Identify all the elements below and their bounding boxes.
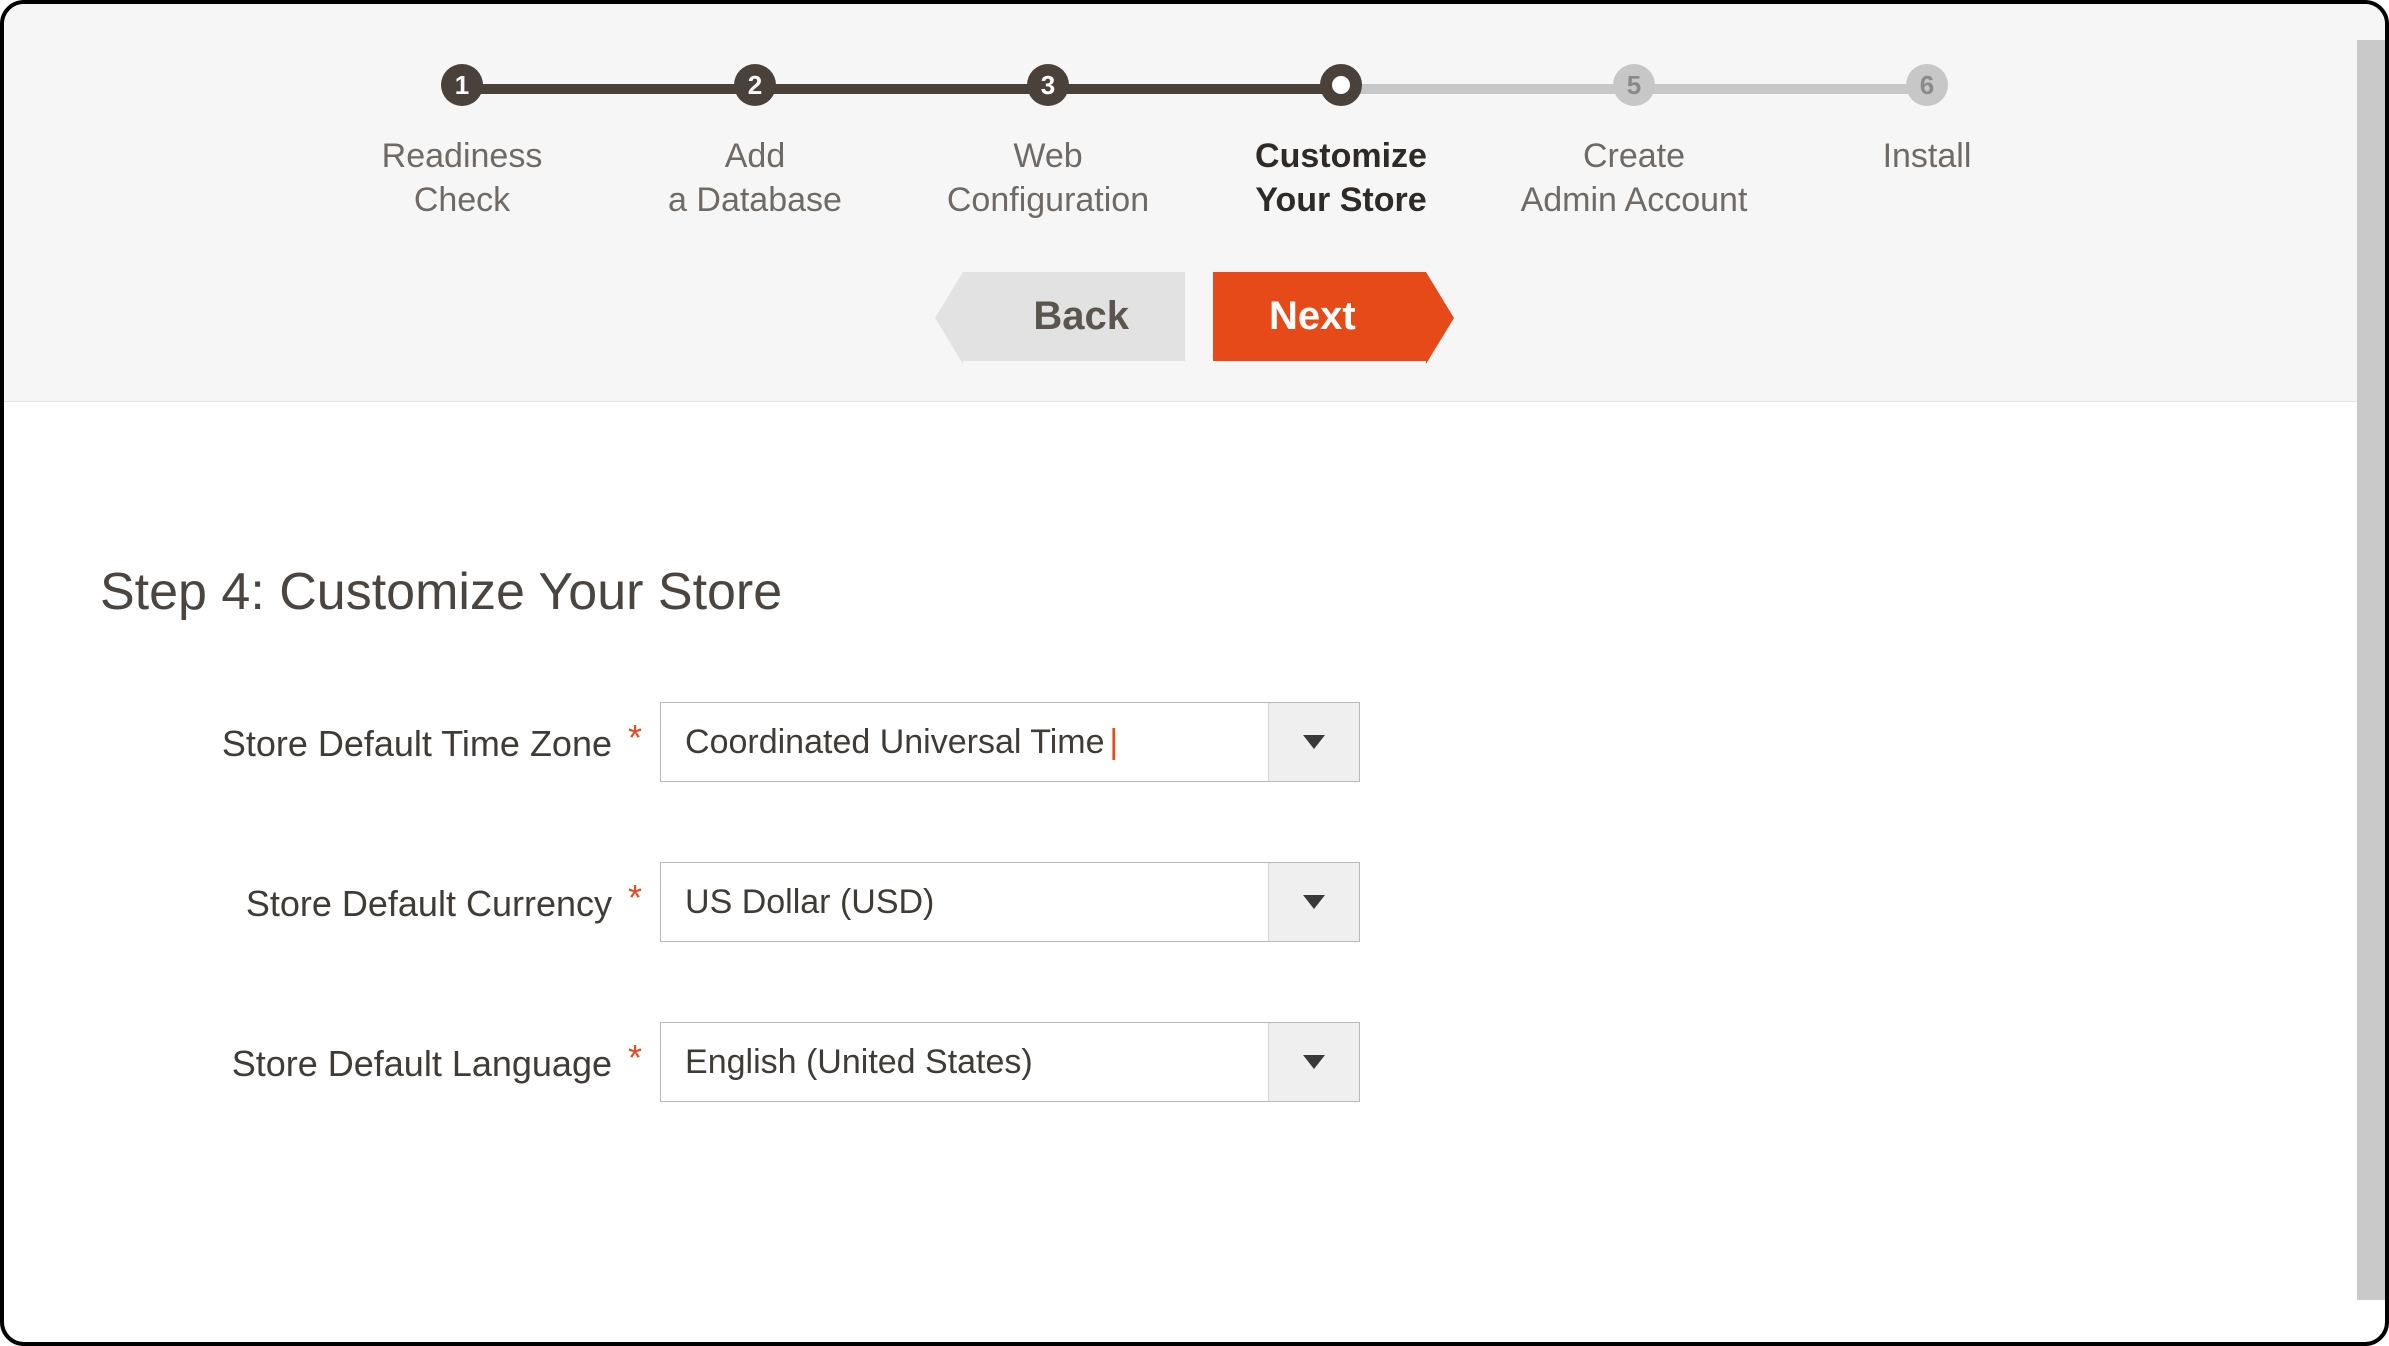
back-button[interactable]: Back [963, 272, 1185, 361]
dropdown-caret[interactable] [1269, 1023, 1359, 1101]
timezone-label: Store Default Time Zone [100, 702, 620, 769]
step-number-badge: 5 [1613, 64, 1655, 106]
wizard-nav-buttons: Back Next [4, 272, 2385, 361]
step-number-badge: 6 [1906, 64, 1948, 106]
step-install[interactable]: 6 Install [1781, 64, 2074, 178]
required-marker: * [620, 1022, 660, 1076]
step-readiness-check[interactable]: 1 Readiness Check [316, 64, 609, 222]
chevron-down-icon [1303, 1055, 1325, 1069]
step-connector [1634, 84, 1927, 94]
required-marker: * [620, 702, 660, 756]
step-connector [1048, 84, 1341, 94]
currency-value: US Dollar (USD) [661, 863, 1269, 941]
step-label: Web Configuration [947, 134, 1149, 222]
app-frame: 1 Readiness Check 2 Add a Database 3 Web… [0, 0, 2389, 1346]
step-label: Create Admin Account [1521, 134, 1748, 222]
step-label: Customize Your Store [1255, 134, 1427, 222]
step-connector [755, 84, 1048, 94]
language-select[interactable]: English (United States) [660, 1022, 1360, 1102]
field-language: Store Default Language * English (United… [100, 1022, 2289, 1102]
step-current-indicator [1320, 64, 1362, 106]
step-connector [1341, 84, 1634, 94]
vertical-scrollbar[interactable] [2357, 40, 2385, 1300]
wizard-steps: 1 Readiness Check 2 Add a Database 3 Web… [315, 64, 2075, 222]
step-number-badge: 1 [441, 64, 483, 106]
step-number-badge: 3 [1027, 64, 1069, 106]
step-label: Add a Database [668, 134, 842, 222]
language-label: Store Default Language [100, 1022, 620, 1089]
step-label: Readiness Check [382, 134, 543, 222]
step-number-badge: 2 [734, 64, 776, 106]
dropdown-caret[interactable] [1269, 863, 1359, 941]
required-marker: * [620, 862, 660, 916]
step-label: Install [1883, 134, 1972, 178]
wizard-header: 1 Readiness Check 2 Add a Database 3 Web… [4, 4, 2385, 402]
next-button[interactable]: Next [1213, 272, 1426, 361]
page-content: 1 Readiness Check 2 Add a Database 3 Web… [4, 4, 2385, 1102]
chevron-down-icon [1303, 735, 1325, 749]
currency-label: Store Default Currency [100, 862, 620, 929]
currency-select[interactable]: US Dollar (USD) [660, 862, 1360, 942]
text-cursor: | [1107, 723, 1119, 762]
field-currency: Store Default Currency * US Dollar (USD) [100, 862, 2289, 942]
chevron-down-icon [1303, 895, 1325, 909]
field-timezone: Store Default Time Zone * Coordinated Un… [100, 702, 2289, 782]
timezone-value: Coordinated Universal Time | [661, 703, 1269, 781]
dropdown-caret[interactable] [1269, 703, 1359, 781]
language-value: English (United States) [661, 1023, 1269, 1101]
step-connector [462, 84, 755, 94]
page-title: Step 4: Customize Your Store [100, 562, 2289, 622]
timezone-select[interactable]: Coordinated Universal Time | [660, 702, 1360, 782]
